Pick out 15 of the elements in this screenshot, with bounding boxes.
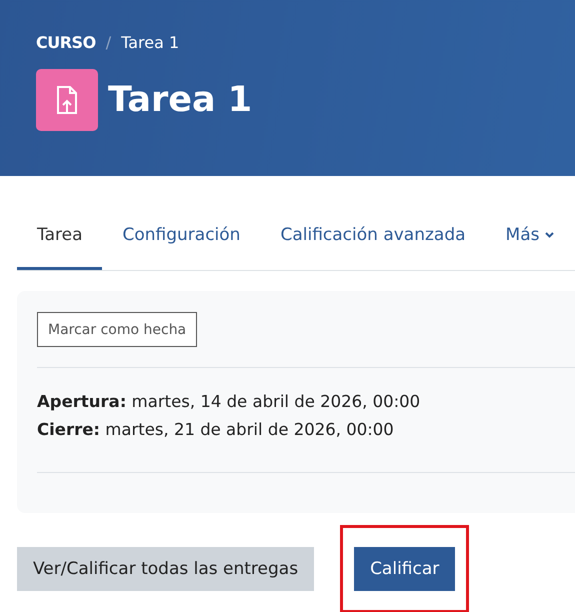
caret-icon (544, 232, 554, 238)
assignment-icon (36, 69, 98, 131)
mark-done-button[interactable]: Marcar como hecha (37, 312, 198, 347)
nav-tab[interactable]: Tarea (17, 208, 102, 270)
nav-tab[interactable]: Configuración (102, 208, 260, 270)
date-line: Cierre: martes, 21 de abril de 2026, 00:00 (37, 419, 395, 441)
nav-tab[interactable]: Más (486, 208, 574, 270)
date-line: Apertura: martes, 14 de abril de 2026, 00:00 (37, 391, 422, 413)
nav-tab[interactable]: Calificación avanzada (260, 208, 486, 270)
view-submissions-button[interactable]: Ver/Calificar todas las entregas (17, 547, 314, 591)
grade-button[interactable]: Calificar (354, 547, 456, 591)
breadcrumb-separator: / (106, 33, 112, 52)
breadcrumb-link[interactable]: CURSO (36, 33, 96, 52)
page-title: Tarea 1 (108, 80, 252, 120)
breadcrumb-link[interactable]: Tarea 1 (121, 33, 180, 52)
